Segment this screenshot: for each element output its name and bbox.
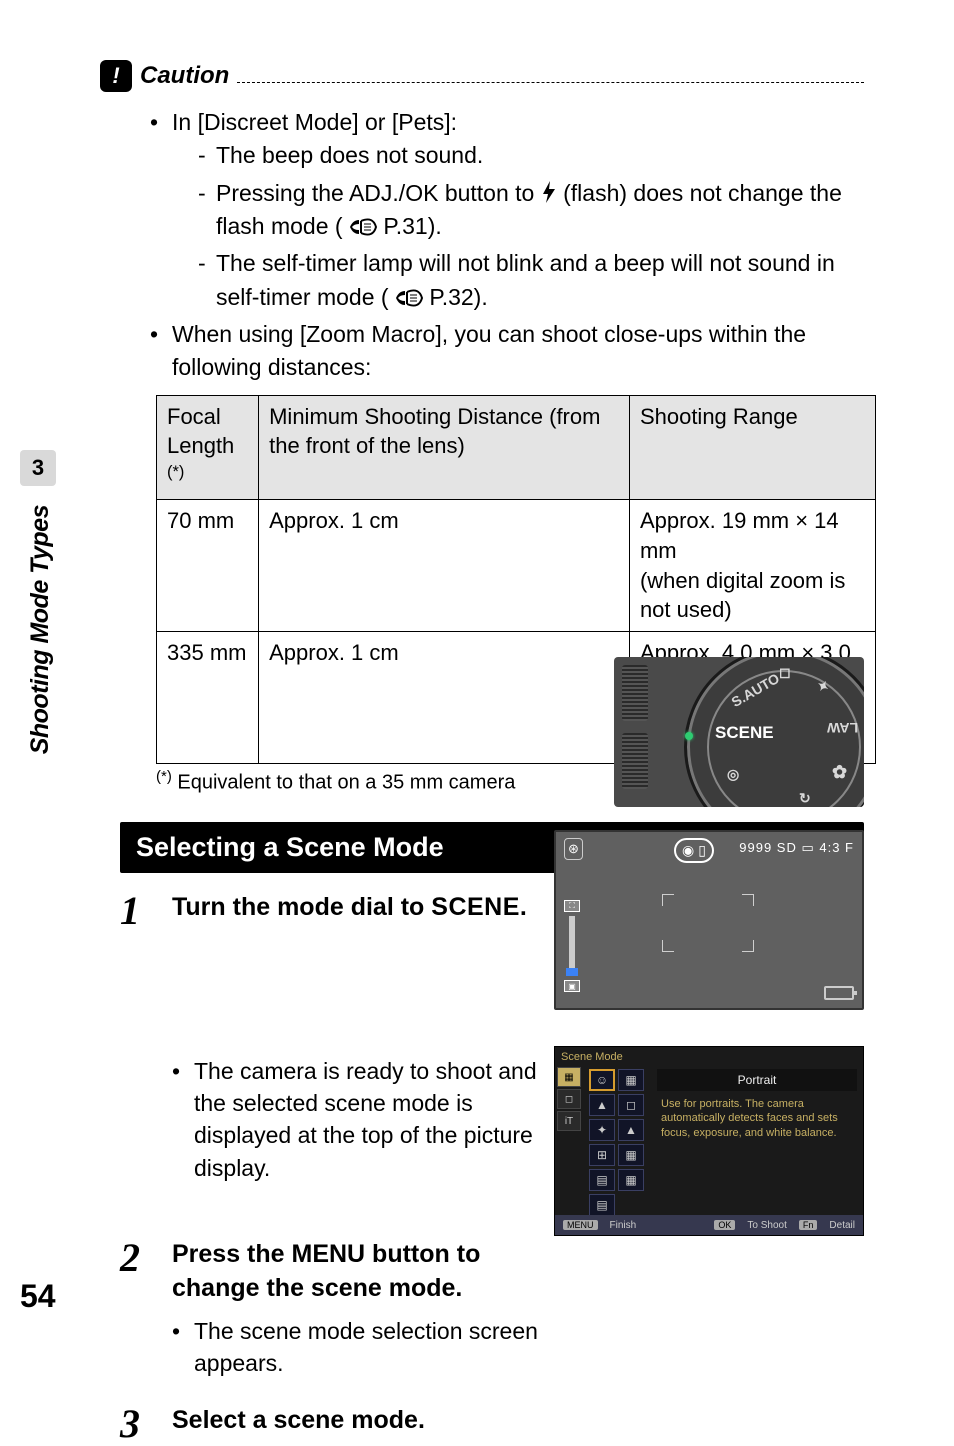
dial: SCENE S.AUTO ◻ ✦ LAW ✿ ↻ ◎ xyxy=(684,657,864,807)
grid-item: ☺ xyxy=(589,1069,615,1091)
th-range: Shooting Range xyxy=(629,395,875,499)
grid-item: ▤ xyxy=(589,1169,615,1191)
flash-status-icon: ⊛ xyxy=(564,838,583,860)
bracket-icon: ▯ xyxy=(698,842,706,859)
flash-icon xyxy=(541,181,557,203)
bullet-zoommacro: When using [Zoom Macro], you can shoot c… xyxy=(150,318,864,385)
menu-tabs: ▦ ◻ iT xyxy=(557,1067,583,1133)
dial-glyph: ✿ xyxy=(832,762,847,783)
step-title: Select a scene mode. xyxy=(172,1404,572,1438)
table-row: 70 mm Approx. 1 cm Approx. 19 mm × 14 mm… xyxy=(157,500,876,632)
grid-item: ▲ xyxy=(589,1094,615,1116)
caution-icon: ! xyxy=(100,60,132,92)
grid-item: ◻ xyxy=(618,1094,644,1116)
grid-item: ▦ xyxy=(618,1169,644,1191)
dash-flash: Pressing the ADJ./OK button to (flash) d… xyxy=(198,177,864,244)
page-ref-icon xyxy=(349,212,377,230)
step-number: 1 xyxy=(120,891,154,1188)
text: . xyxy=(520,893,527,921)
tab-item: iT xyxy=(557,1111,581,1131)
focus-corner xyxy=(662,940,674,952)
desc-title: Portrait xyxy=(657,1069,857,1091)
th-focal: Focal Length (*) xyxy=(157,395,259,499)
grid-item: ▤ xyxy=(589,1194,615,1216)
caution-divider xyxy=(237,69,864,83)
scene-indicator: ◉▯ xyxy=(674,838,714,863)
dial-glyph: ◎ xyxy=(727,766,739,783)
indicator-dot xyxy=(685,732,693,740)
focus-corner xyxy=(742,894,754,906)
page-number: 54 xyxy=(20,1278,56,1315)
zoom-wide-icon: ▣ xyxy=(564,980,580,992)
cell-range: Approx. 19 mm × 14 mm (when digital zoom… xyxy=(629,500,875,632)
ok-key: OK xyxy=(714,1220,735,1230)
grid-item: ⊞ xyxy=(589,1144,615,1166)
zoom-tele-icon: ⛶ xyxy=(564,900,580,912)
text: In [Discreet Mode] or [Pets]: xyxy=(172,109,457,135)
battery-icon xyxy=(824,986,854,1000)
menu-header: Scene Mode xyxy=(561,1051,623,1063)
dash-selftimer: The self-timer lamp will not blink and a… xyxy=(198,247,864,314)
cell-focal: 70 mm xyxy=(157,500,259,632)
text: Length xyxy=(167,433,234,458)
cell-min: Approx. 1 cm xyxy=(259,500,630,632)
face-icon: ◉ xyxy=(682,842,694,859)
grid-item: ▦ xyxy=(618,1069,644,1091)
caution-label: Caution xyxy=(140,62,229,90)
step-bullet: The scene mode selection screen appears. xyxy=(172,1315,572,1379)
text: Pressing the ADJ./OK button to xyxy=(216,180,541,206)
dial-glyph: ↻ xyxy=(799,790,811,807)
lcd-preview-figure: ⊛ ◉▯ 9999 SD ▭ 4:3 F ⛶ ▣ xyxy=(554,830,864,1010)
grip-texture xyxy=(622,657,648,807)
dial-glyph: LAW xyxy=(827,720,858,736)
cell-min: Approx. 1 cm xyxy=(259,631,630,763)
text: Approx. 19 mm × 14 mm xyxy=(640,508,839,563)
scene-grid: ☺ ▦ ▲ ◻ ✦ ▲ ⊞ ▦ ▤ ▦ ▤ xyxy=(589,1069,644,1216)
focus-corner xyxy=(662,894,674,906)
grid-item: ▦ xyxy=(618,1144,644,1166)
grid-item: ✦ xyxy=(589,1119,615,1141)
menu-key: MENU xyxy=(563,1220,598,1230)
footer-detail: Detail xyxy=(829,1220,855,1231)
scene-word: SCENE xyxy=(431,893,520,921)
scene-label: SCENE xyxy=(715,723,774,743)
focus-corner xyxy=(742,940,754,952)
cell-focal: 335 mm xyxy=(157,631,259,763)
step-number: 3 xyxy=(120,1404,154,1444)
desc-body: Use for portraits. The camera automatica… xyxy=(657,1091,857,1146)
tab-item: ◻ xyxy=(557,1089,581,1109)
footer-shoot: To Shoot xyxy=(747,1220,786,1231)
mode-dial-figure: SCENE S.AUTO ◻ ✦ LAW ✿ ↻ ◎ xyxy=(614,657,864,807)
text: The self-timer lamp will not blink and a… xyxy=(216,250,835,309)
dash-beep: The beep does not sound. xyxy=(198,139,864,172)
text: Equivalent to that on a 35 mm camera xyxy=(177,771,515,793)
scene-description: Portrait Use for portraits. The camera a… xyxy=(657,1069,857,1146)
zoom-bar: ⛶ ▣ xyxy=(564,900,580,992)
footer-finish: Finish xyxy=(610,1220,637,1231)
status-readout: 9999 SD ▭ 4:3 F xyxy=(739,840,854,856)
side-label: Shooting Mode Types xyxy=(26,505,55,754)
step-title: Press the MENU button to change the scen… xyxy=(172,1238,572,1306)
text: P.31). xyxy=(383,213,441,239)
page-ref-icon xyxy=(395,283,423,301)
sup: (*) xyxy=(156,768,172,785)
fn-key: Fn xyxy=(799,1220,818,1230)
tab-item: ▦ xyxy=(557,1067,581,1087)
text: P.32). xyxy=(429,284,487,310)
sup: (*) xyxy=(167,463,184,481)
camera-icon: ◻ xyxy=(779,664,791,681)
text: Turn the mode dial to xyxy=(172,893,431,921)
grid-item: ▲ xyxy=(618,1119,644,1141)
step-bullet: The camera is ready to shoot and the sel… xyxy=(172,1055,552,1184)
text: (when digital zoom is not used) xyxy=(640,568,845,623)
step-number: 2 xyxy=(120,1238,154,1384)
bullet-discreet: In [Discreet Mode] or [Pets]: The beep d… xyxy=(150,106,864,314)
chapter-tab: 3 xyxy=(20,450,56,486)
th-min: Minimum Shooting Distance (from the fron… xyxy=(259,395,630,499)
text: Focal xyxy=(167,404,221,429)
menu-footer: MENU Finish OK To Shoot Fn Detail xyxy=(555,1215,863,1235)
scene-menu-figure: Scene Mode ▦ ◻ iT ☺ ▦ ▲ ◻ ✦ ▲ ⊞ ▦ ▤ ▦ ▤ … xyxy=(554,1046,864,1236)
